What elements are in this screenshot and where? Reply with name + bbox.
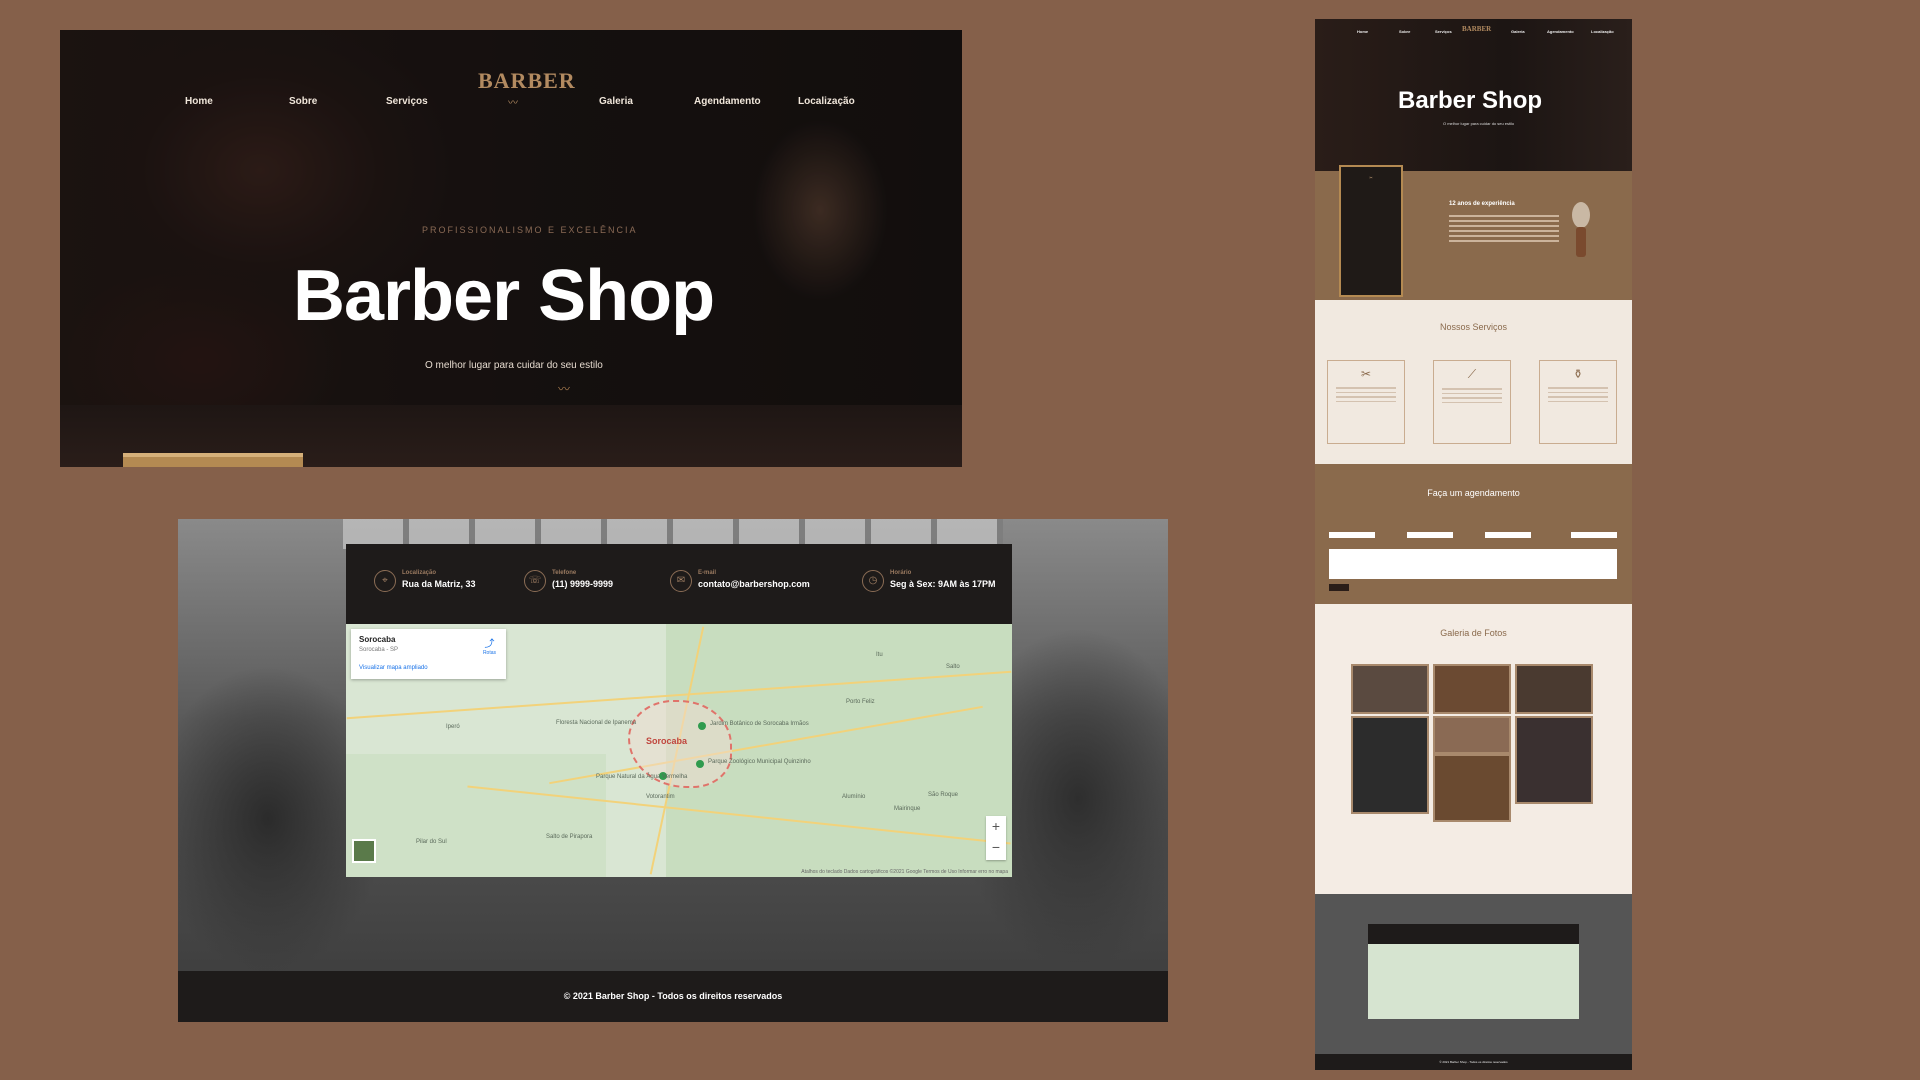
gallery-photo[interactable] bbox=[1433, 754, 1511, 822]
preview-logo[interactable]: BARBER bbox=[1462, 25, 1491, 33]
satellite-toggle[interactable] bbox=[352, 839, 376, 863]
scissors-icon: ✂ bbox=[1369, 175, 1373, 180]
map-place-card: Sorocaba Sorocaba - SP Visualizar mapa a… bbox=[351, 629, 506, 679]
contact-info-bar: ⌖ Localização Rua da Matriz, 33 ☏ Telefo… bbox=[346, 544, 1012, 624]
preview-info-bar bbox=[1368, 924, 1579, 944]
about-poster-frame-edge bbox=[123, 453, 303, 467]
booking-field[interactable] bbox=[1485, 532, 1531, 538]
booking-field[interactable] bbox=[1407, 532, 1453, 538]
nav-localizacao[interactable]: Localização bbox=[798, 96, 855, 107]
booking-heading: Faça um agendamento bbox=[1427, 488, 1520, 498]
nav-home[interactable]: Home bbox=[185, 96, 213, 107]
phone-icon: ☏ bbox=[524, 570, 546, 592]
nav-galeria[interactable]: Galeria bbox=[599, 96, 633, 107]
nav-agendamento[interactable]: Agendamento bbox=[694, 96, 761, 107]
preview-contact: © 2021 Barber Shop - Todos os direitos r… bbox=[1315, 894, 1632, 1070]
about-poster: ✂ bbox=[1339, 165, 1403, 297]
bottle-icon: ⚱ bbox=[1572, 367, 1584, 381]
booking-field[interactable] bbox=[1329, 532, 1375, 538]
contact-screenshot: ⌖ Localização Rua da Matriz, 33 ☏ Telefo… bbox=[178, 519, 1168, 1022]
scissors-icon: ✂ bbox=[1360, 367, 1372, 381]
preview-map[interactable] bbox=[1368, 944, 1579, 1019]
preview-gallery: Galeria de Fotos bbox=[1315, 604, 1632, 894]
service-card[interactable]: ⚱ bbox=[1539, 360, 1617, 444]
about-heading: 12 anos de experiência bbox=[1449, 201, 1515, 207]
gallery-photo[interactable] bbox=[1433, 716, 1511, 754]
google-map[interactable]: Sorocaba Jardim Botânico de Sorocaba Irm… bbox=[346, 624, 1012, 877]
mustache-divider-icon: 〰 bbox=[558, 382, 571, 396]
logo-word: BARBER bbox=[478, 68, 576, 93]
services-heading: Nossos Serviços bbox=[1439, 322, 1508, 332]
mail-icon: ✉ bbox=[670, 570, 692, 592]
gallery-photo[interactable] bbox=[1515, 664, 1593, 714]
directions-button[interactable]: ⤴ Rotas bbox=[483, 635, 496, 656]
hero-subtitle: O melhor lugar para cuidar do seu estilo bbox=[425, 360, 603, 371]
map-expanded-link[interactable]: Visualizar mapa ampliado bbox=[359, 665, 428, 671]
map-attribution[interactable]: Atalhos do teclado Dados cartográficos ©… bbox=[801, 869, 1008, 875]
map-city-label: Sorocaba bbox=[646, 736, 688, 746]
shaving-brush-icon bbox=[1572, 202, 1590, 257]
location-pin-icon: ⌖ bbox=[374, 570, 396, 592]
booking-message[interactable] bbox=[1329, 549, 1617, 579]
map-pin-icon[interactable] bbox=[698, 722, 706, 730]
service-card[interactable]: ⟋ bbox=[1433, 360, 1511, 444]
hero-title: Barber Shop bbox=[293, 256, 715, 336]
map-pin-icon[interactable] bbox=[696, 760, 704, 768]
razor-icon: ⟋ bbox=[1467, 367, 1477, 381]
directions-icon: ⤴ bbox=[484, 639, 495, 650]
preview-booking: Faça um agendamento bbox=[1315, 464, 1632, 604]
booking-field[interactable] bbox=[1571, 532, 1617, 538]
gallery-photo[interactable] bbox=[1515, 716, 1593, 804]
gallery-photo[interactable] bbox=[1351, 716, 1429, 814]
zoom-out-button[interactable]: − bbox=[986, 837, 1006, 858]
site-footer: © 2021 Barber Shop - Todos os direitos r… bbox=[178, 971, 1168, 1022]
zoom-control: + − bbox=[986, 816, 1006, 860]
preview-services: Nossos Serviços ✂ ⟋ ⚱ bbox=[1315, 300, 1632, 464]
preview-subtitle: O melhor lugar para cuidar do seu estilo bbox=[1443, 121, 1515, 126]
nav-servicos[interactable]: Serviços bbox=[386, 96, 428, 107]
preview-title: Barber Shop bbox=[1398, 87, 1543, 114]
preview-about: ✂ 12 anos de experiência bbox=[1315, 165, 1632, 300]
booking-submit-button[interactable] bbox=[1329, 584, 1349, 591]
clock-icon: ◷ bbox=[862, 570, 884, 592]
preview-footer: © 2021 Barber Shop - Todos os direitos r… bbox=[1315, 1054, 1632, 1070]
service-card[interactable]: ✂ bbox=[1327, 360, 1405, 444]
hero-screenshot: Home Sobre Serviços Galeria Agendamento … bbox=[60, 30, 962, 467]
gallery-heading: Galeria de Fotos bbox=[1440, 628, 1507, 638]
preview-hero: Home Sobre Serviços Galeria Agendamento … bbox=[1315, 19, 1632, 171]
zoom-in-button[interactable]: + bbox=[986, 816, 1006, 837]
mustache-icon: 〰 bbox=[508, 98, 518, 109]
nav-sobre[interactable]: Sobre bbox=[289, 96, 317, 107]
hero-kicker: PROFISSIONALISMO E EXCELÊNCIA bbox=[422, 225, 638, 235]
gallery-photo[interactable] bbox=[1351, 664, 1429, 714]
gallery-photo[interactable] bbox=[1433, 664, 1511, 714]
full-page-preview: Home Sobre Serviços Galeria Agendamento … bbox=[1315, 19, 1632, 1070]
barber-logo[interactable]: BARBER 〰 bbox=[478, 52, 576, 122]
